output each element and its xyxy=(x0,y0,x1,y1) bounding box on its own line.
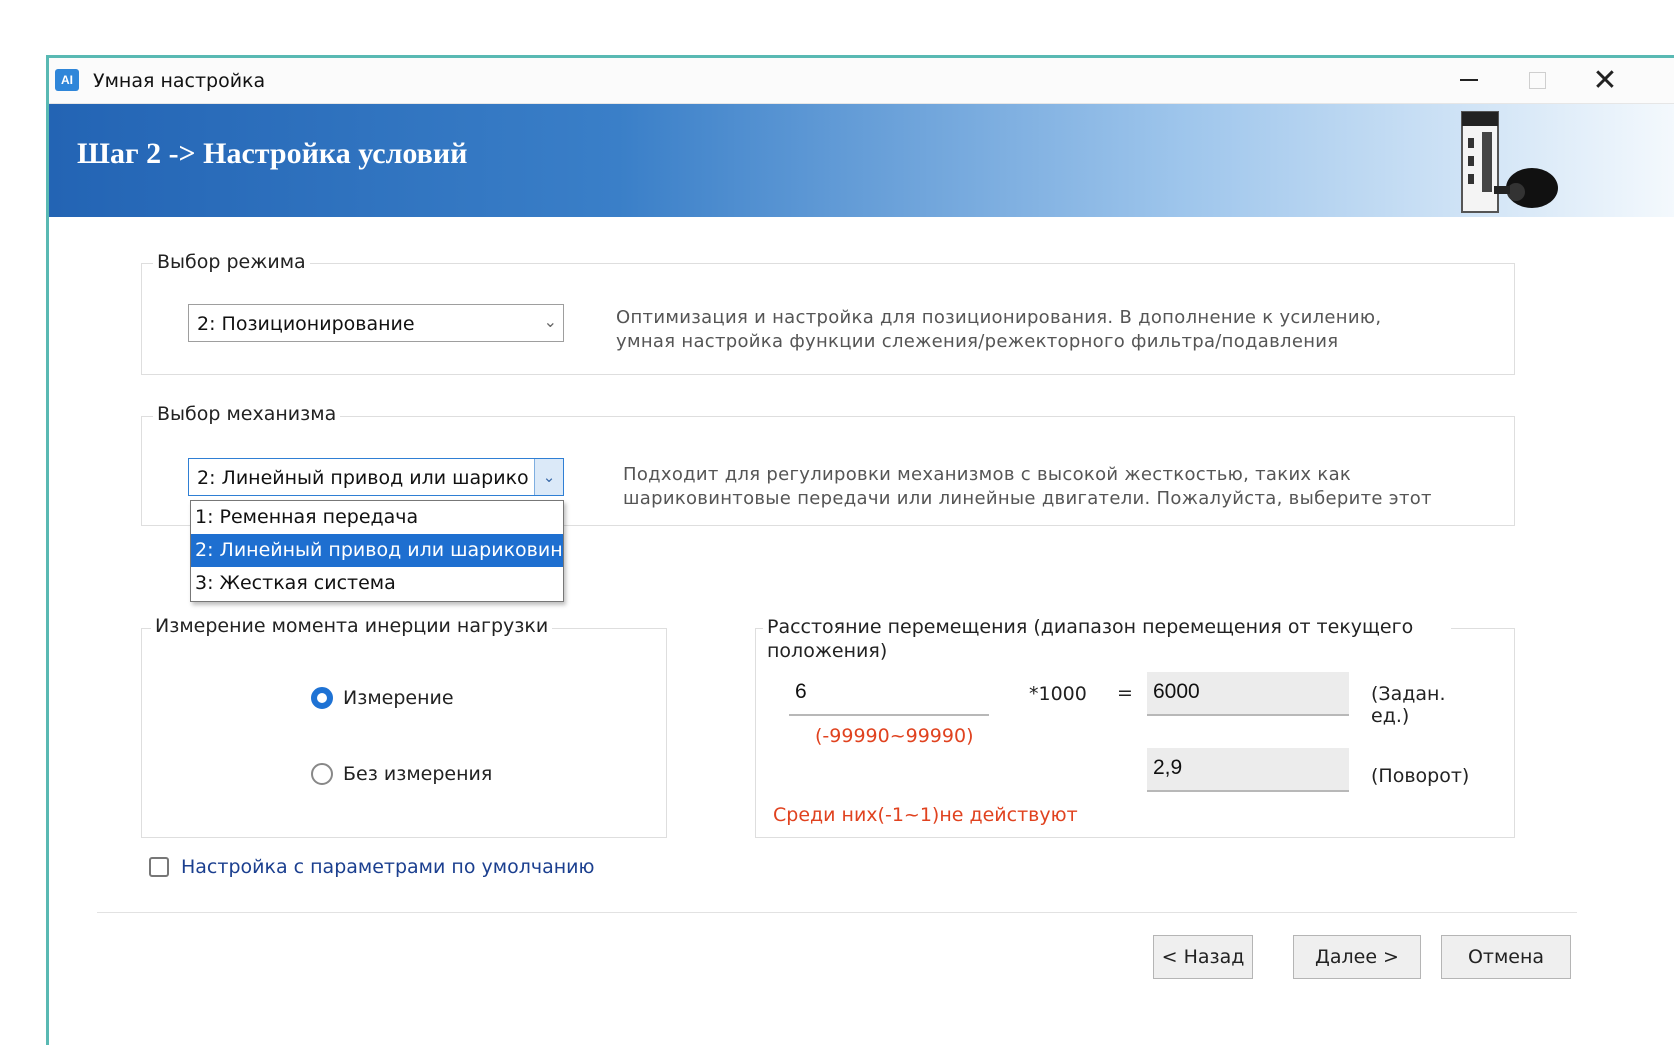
mechanism-dropdown-list: 1: Ременная передача 2: Линейный привод … xyxy=(190,500,564,602)
no-measure-radio[interactable] xyxy=(311,763,333,785)
mode-select[interactable]: 2: Позиционирование ⌄ xyxy=(188,304,564,342)
mode-selection-legend: Выбор режима xyxy=(153,251,310,273)
distance-input[interactable]: 6 xyxy=(789,672,989,716)
travel-distance-legend: Расстояние перемещения (диапазон перемещ… xyxy=(763,615,1451,663)
mechanism-select-value: 2: Линейный привод или шарико xyxy=(197,467,529,489)
dead-zone-warning: Среди них(-1~1)не действуют xyxy=(773,804,1078,826)
mode-description-line2: умная настройка функции слежения/режекто… xyxy=(616,331,1339,352)
dropdown-option-linear-drive[interactable]: 2: Линейный привод или шариковин xyxy=(191,534,563,567)
back-button[interactable]: < Назад xyxy=(1153,935,1253,979)
mechanism-select[interactable]: 2: Линейный привод или шарико ⌄ xyxy=(188,458,564,496)
footer-separator xyxy=(97,912,1577,913)
rotation-label: (Поворот) xyxy=(1371,765,1470,787)
mode-description-line1: Оптимизация и настройка для позициониров… xyxy=(616,307,1382,328)
dropdown-option-belt[interactable]: 1: Ременная передача xyxy=(191,501,563,534)
chevron-down-icon: ⌄ xyxy=(543,312,557,331)
mechanism-description-line1: Подходит для регулировки механизмов с вы… xyxy=(623,464,1352,485)
measure-radio-label[interactable]: Измерение xyxy=(343,687,454,709)
step-banner: Шаг 2 -> Настройка условий xyxy=(49,104,1674,217)
maximize-icon xyxy=(1528,71,1546,89)
no-measure-radio-label[interactable]: Без измерения xyxy=(343,763,492,785)
rotation-value: 2,9 xyxy=(1147,748,1349,792)
close-icon: ✕ xyxy=(1592,62,1618,98)
default-params-label[interactable]: Настройка с параметрами по умолчанию xyxy=(181,856,594,878)
range-hint: (-99990~99990) xyxy=(815,725,974,747)
mode-select-value: 2: Позиционирование xyxy=(197,313,415,335)
smart-tuning-window: AI Умная настройка ✕ Шаг 2 -> Настройка … xyxy=(46,55,1674,1045)
chevron-down-icon[interactable]: ⌄ xyxy=(534,459,563,495)
cancel-button[interactable]: Отмена xyxy=(1441,935,1571,979)
next-button[interactable]: Далее > xyxy=(1293,935,1421,979)
equals-sign: = xyxy=(1117,682,1133,704)
minimize-button[interactable] xyxy=(1439,60,1499,100)
command-units-value: 6000 xyxy=(1147,672,1349,716)
step-title: Шаг 2 -> Настройка условий xyxy=(77,137,468,170)
maximize-button xyxy=(1507,60,1567,100)
mechanism-description-line2: шариковинтовые передачи или линейные дви… xyxy=(623,488,1432,509)
mechanism-selection-legend: Выбор механизма xyxy=(153,403,341,425)
inertia-measurement-legend: Измерение момента инерции нагрузки xyxy=(151,615,553,637)
close-button[interactable]: ✕ xyxy=(1575,60,1635,100)
command-units-label: (Задан. ед.) xyxy=(1371,683,1446,727)
app-icon: AI xyxy=(55,69,79,91)
inertia-measurement-group xyxy=(141,628,667,838)
window-title: Умная настройка xyxy=(93,70,266,92)
dropdown-option-rigid[interactable]: 3: Жесткая система xyxy=(191,567,563,600)
minimize-icon xyxy=(1460,79,1478,81)
title-bar: AI Умная настройка ✕ xyxy=(49,58,1674,104)
default-params-checkbox[interactable] xyxy=(149,857,169,877)
measure-radio[interactable] xyxy=(311,687,333,709)
multiplier-label: *1000 xyxy=(1029,683,1087,705)
servo-drive-icon xyxy=(1461,111,1558,213)
